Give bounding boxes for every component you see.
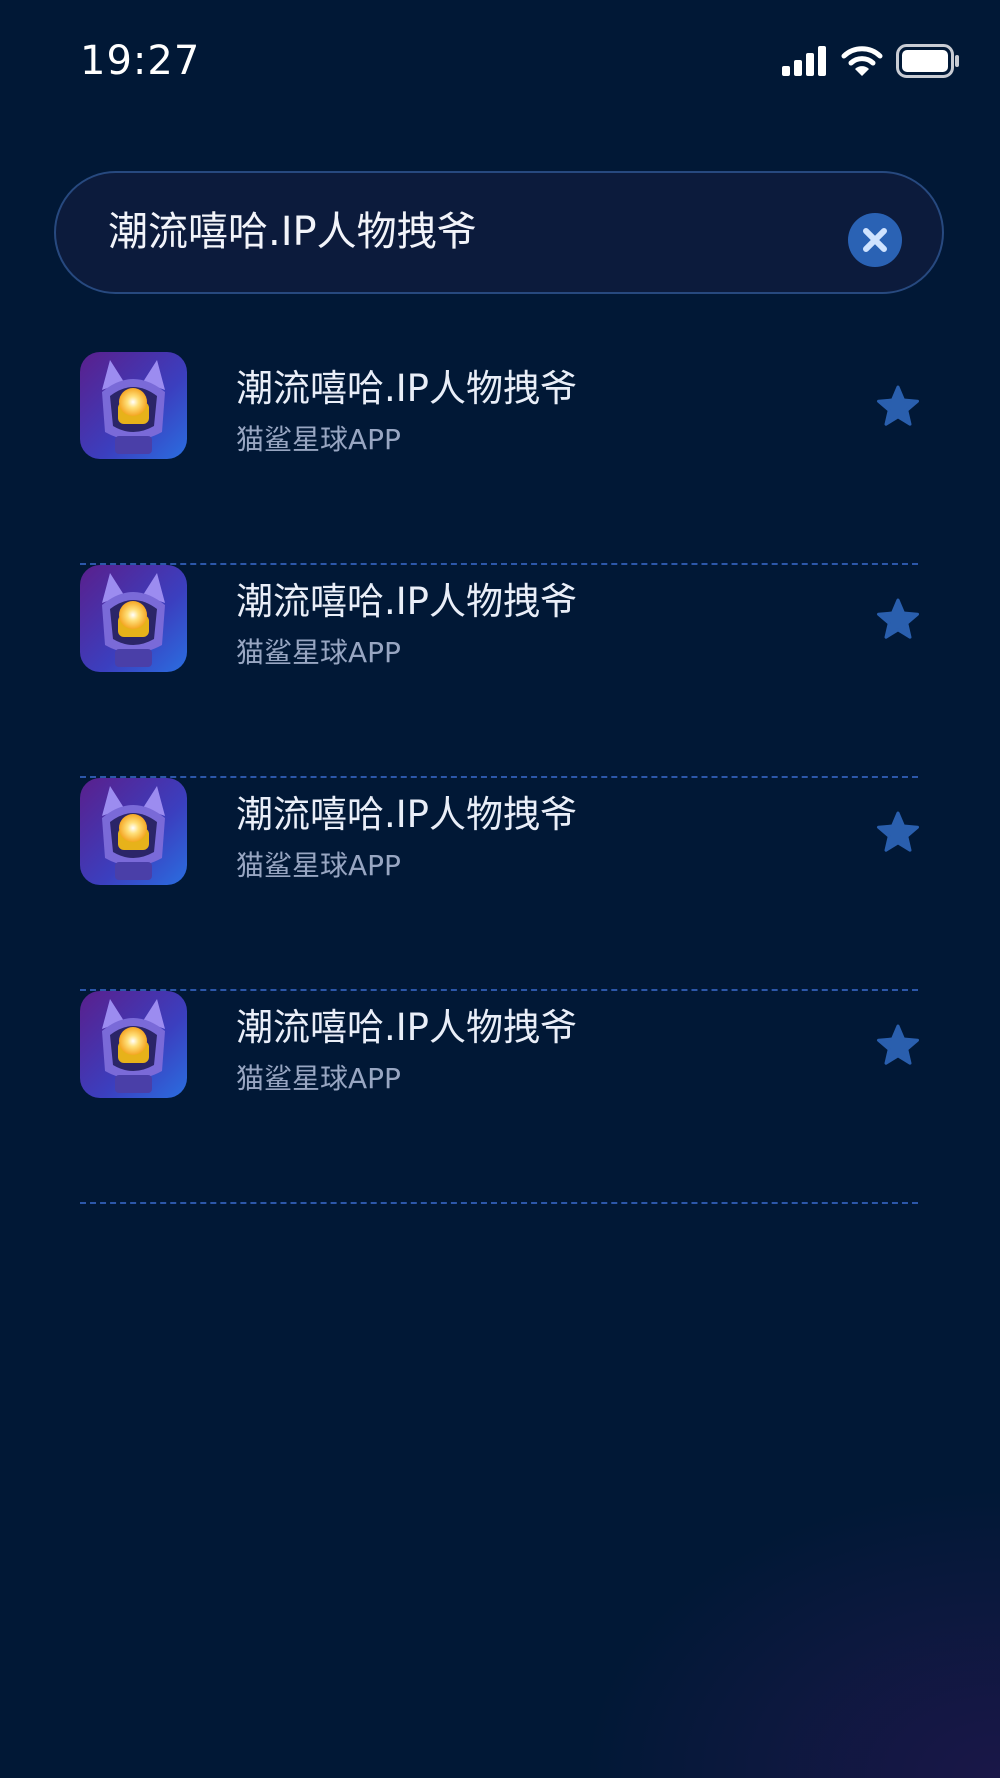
app-icon bbox=[80, 991, 187, 1098]
favorite-button[interactable] bbox=[876, 598, 920, 642]
item-title: 潮流嘻哈.IP人物拽爷 bbox=[236, 1006, 577, 1049]
star-icon bbox=[877, 385, 919, 426]
item-subtitle: 猫鲨星球APP bbox=[236, 636, 401, 669]
wifi-icon bbox=[841, 46, 883, 76]
item-title: 潮流嘻哈.IP人物拽爷 bbox=[236, 580, 577, 623]
battery-icon bbox=[896, 44, 959, 78]
list-item[interactable]: 潮流嘻哈.IP人物拽爷 猫鲨星球APP bbox=[80, 565, 920, 778]
favorite-button[interactable] bbox=[876, 1024, 920, 1068]
star-icon bbox=[877, 1024, 919, 1065]
favorite-button[interactable] bbox=[876, 385, 920, 429]
list-item[interactable]: 潮流嘻哈.IP人物拽爷 猫鲨星球APP bbox=[80, 352, 920, 565]
star-icon bbox=[877, 811, 919, 852]
item-title: 潮流嘻哈.IP人物拽爷 bbox=[236, 793, 577, 836]
search-input[interactable] bbox=[108, 173, 828, 292]
item-title: 潮流嘻哈.IP人物拽爷 bbox=[236, 367, 577, 410]
signal-icon bbox=[782, 46, 826, 76]
app-icon bbox=[80, 565, 187, 672]
app-icon bbox=[80, 778, 187, 885]
star-icon bbox=[877, 598, 919, 639]
app-icon bbox=[80, 352, 187, 459]
list-item[interactable]: 潮流嘻哈.IP人物拽爷 猫鲨星球APP bbox=[80, 778, 920, 991]
item-subtitle: 猫鲨星球APP bbox=[236, 423, 401, 456]
search-bar bbox=[54, 171, 944, 294]
item-subtitle: 猫鲨星球APP bbox=[236, 1062, 401, 1095]
clear-search-button[interactable] bbox=[848, 213, 902, 267]
list-item[interactable]: 潮流嘻哈.IP人物拽爷 猫鲨星球APP bbox=[80, 991, 920, 1204]
favorite-button[interactable] bbox=[876, 811, 920, 855]
status-bar: 19:27 bbox=[0, 0, 1000, 120]
item-subtitle: 猫鲨星球APP bbox=[236, 849, 401, 882]
status-time: 19:27 bbox=[80, 38, 201, 84]
close-circle-icon bbox=[863, 228, 887, 252]
